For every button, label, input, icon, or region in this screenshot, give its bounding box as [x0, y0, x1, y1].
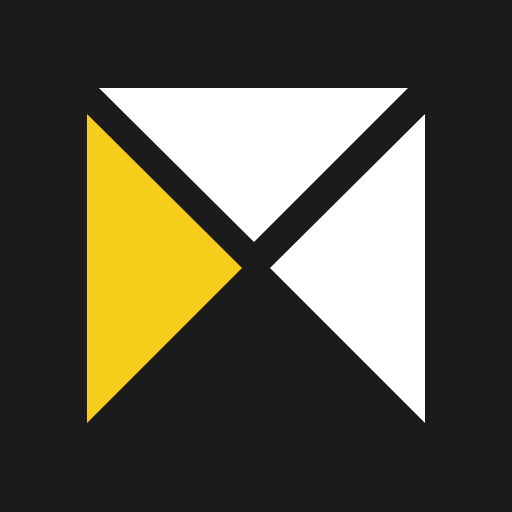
app-icon [0, 0, 512, 512]
mail-envelope-logo-icon [0, 0, 512, 512]
icon-background [0, 0, 512, 512]
